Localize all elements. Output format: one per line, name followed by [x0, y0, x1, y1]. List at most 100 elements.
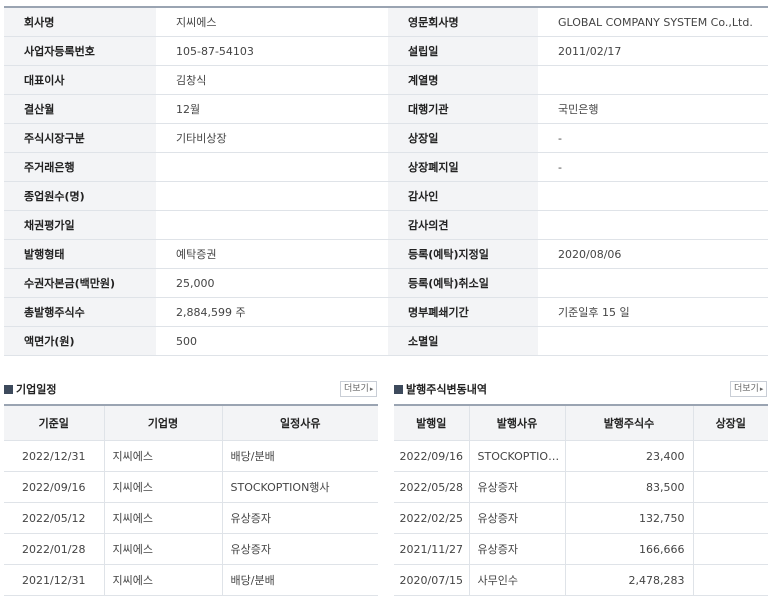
schedule-row: 2021/12/31 지씨에스 배당/분배: [4, 564, 378, 596]
info-label: 주거래은행: [4, 152, 156, 182]
info-value: -: [538, 123, 768, 153]
info-value: [538, 268, 768, 298]
share-cell: 132,750: [564, 502, 693, 534]
info-row: 주거래은행 상장폐지일 -: [4, 152, 768, 182]
section-bullet-icon: [394, 385, 403, 394]
schedule-section-title: 기업일정: [4, 381, 56, 397]
schedule-row: 2022/12/31 지씨에스 배당/분배: [4, 440, 378, 472]
share-changes-table: 발행일 발행사유 발행주식수 상장일 2022/09/16 STOCKOPTIO… 23,…: [394, 404, 768, 596]
share-changes-title: 발행주식변동내역: [406, 383, 487, 396]
info-value: 기준일후 15 일: [538, 297, 768, 327]
share-changes-section-title: 발행주식변동내역: [394, 381, 487, 397]
chevron-right-icon: ▸: [759, 385, 764, 393]
schedule-cell: 지씨에스: [103, 440, 222, 472]
share-cell: 2,478,283: [564, 564, 693, 596]
section-bullet-icon: [4, 385, 13, 394]
info-label: 종업원수(명): [4, 181, 156, 211]
share-column-header: 상장일: [692, 405, 768, 441]
schedule-cell: 유상증자: [221, 533, 378, 565]
chevron-right-icon: ▸: [369, 385, 374, 393]
share-cell: 166,666: [564, 533, 693, 565]
info-label: 회사명: [4, 7, 156, 37]
info-label: 등록(예탁)취소일: [388, 268, 538, 298]
info-value: 김창식: [156, 65, 388, 95]
info-value: [156, 152, 388, 182]
info-label: 결산월: [4, 94, 156, 124]
share-cell: [692, 440, 768, 472]
schedule-cell: 배당/분배: [221, 440, 378, 472]
schedule-column-header: 일정사유: [221, 405, 378, 441]
share-cell: 2022/09/16: [394, 440, 469, 472]
schedule-more-label: 더보기: [344, 384, 369, 394]
schedule-cell: 지씨에스: [103, 502, 222, 534]
info-row: 액면가(원) 500 소멸일: [4, 326, 768, 356]
info-label: 총발행주식수: [4, 297, 156, 327]
share-cell: 83,500: [564, 471, 693, 503]
share-cell: 유상증자: [468, 533, 565, 565]
info-row: 총발행주식수 2,884,599 주 명부폐쇄기간 기준일후 15 일: [4, 297, 768, 327]
info-value: 12월: [156, 94, 388, 124]
info-label: 등록(예탁)지정일: [388, 239, 538, 269]
company-info-table: 회사명 지씨에스 영문회사명 GLOBAL COMPANY SYSTEM Co.,Lt…: [4, 6, 768, 356]
info-row: 종업원수(명) 감사인: [4, 181, 768, 211]
info-label: 대표이사: [4, 65, 156, 95]
share-row: 2020/07/15 사무인수 2,478,283: [394, 564, 768, 596]
schedule-row: 2022/05/12 지씨에스 유상증자: [4, 502, 378, 534]
info-row: 결산월 12월 대행기관 국민은행: [4, 94, 768, 124]
share-cell: [692, 502, 768, 534]
info-row: 채권평가일 감사의견: [4, 210, 768, 240]
schedule-cell: 2022/05/12: [4, 502, 104, 534]
share-row: 2022/09/16 STOCKOPTIO… 23,400: [394, 440, 768, 472]
schedule-cell: STOCKOPTION행사: [221, 471, 378, 503]
info-label: 수권자본금(백만원): [4, 268, 156, 298]
info-value: 25,000: [156, 268, 388, 298]
info-value: 2020/08/06: [538, 239, 768, 269]
schedule-cell: 지씨에스: [103, 564, 222, 596]
info-label: 설립일: [388, 36, 538, 66]
share-row: 2022/05/28 유상증자 83,500: [394, 471, 768, 503]
info-value: [538, 326, 768, 356]
schedule-cell: 2022/01/28: [4, 533, 104, 565]
schedule-table: 기준일 기업명 일정사유 2022/12/31 지씨에스 배당/분배 2022/09/16…: [4, 404, 378, 596]
info-row: 주식시장구분 기타비상장 상장일 -: [4, 123, 768, 153]
schedule-cell: 지씨에스: [103, 471, 222, 503]
info-label: 사업자등록번호: [4, 36, 156, 66]
info-value: 기타비상장: [156, 123, 388, 153]
info-label: 발행형태: [4, 239, 156, 269]
schedule-row: 2022/09/16 지씨에스 STOCKOPTION행사: [4, 471, 378, 503]
info-label: 감사의견: [388, 210, 538, 240]
share-cell: 유상증자: [468, 502, 565, 534]
info-value: 국민은행: [538, 94, 768, 124]
info-value: [538, 210, 768, 240]
info-row: 회사명 지씨에스 영문회사명 GLOBAL COMPANY SYSTEM Co.,Lt…: [4, 7, 768, 37]
info-value: 500: [156, 326, 388, 356]
info-value: 지씨에스: [156, 7, 388, 37]
share-cell: 유상증자: [468, 471, 565, 503]
share-cell: 2020/07/15: [394, 564, 469, 596]
info-row: 대표이사 김창식 계열명: [4, 65, 768, 95]
info-label: 영문회사명: [388, 7, 538, 37]
share-cell: [692, 471, 768, 503]
schedule-cell: 2022/12/31: [4, 440, 104, 472]
schedule-column-header: 기업명: [103, 405, 222, 441]
info-row: 발행형태 예탁증권 등록(예탁)지정일 2020/08/06: [4, 239, 768, 269]
share-cell: [692, 533, 768, 565]
share-cell: [692, 564, 768, 596]
info-value: -: [538, 152, 768, 182]
info-label: 감사인: [388, 181, 538, 211]
share-cell: STOCKOPTIO…: [468, 440, 565, 472]
info-value: [538, 181, 768, 211]
schedule-more-button[interactable]: 더보기▸: [340, 381, 378, 397]
info-value: 2,884,599 주: [156, 297, 388, 327]
info-value: [538, 65, 768, 95]
share-changes-more-button[interactable]: 더보기▸: [730, 381, 768, 397]
info-label: 상장폐지일: [388, 152, 538, 182]
info-label: 대행기관: [388, 94, 538, 124]
info-row: 수권자본금(백만원) 25,000 등록(예탁)취소일: [4, 268, 768, 298]
share-row: 2021/11/27 유상증자 166,666: [394, 533, 768, 565]
info-value: 2011/02/17: [538, 36, 768, 66]
share-cell: 23,400: [564, 440, 693, 472]
schedule-cell: 2021/12/31: [4, 564, 104, 596]
info-row: 사업자등록번호 105-87-54103 설립일 2011/02/17: [4, 36, 768, 66]
schedule-row: 2022/01/28 지씨에스 유상증자: [4, 533, 378, 565]
